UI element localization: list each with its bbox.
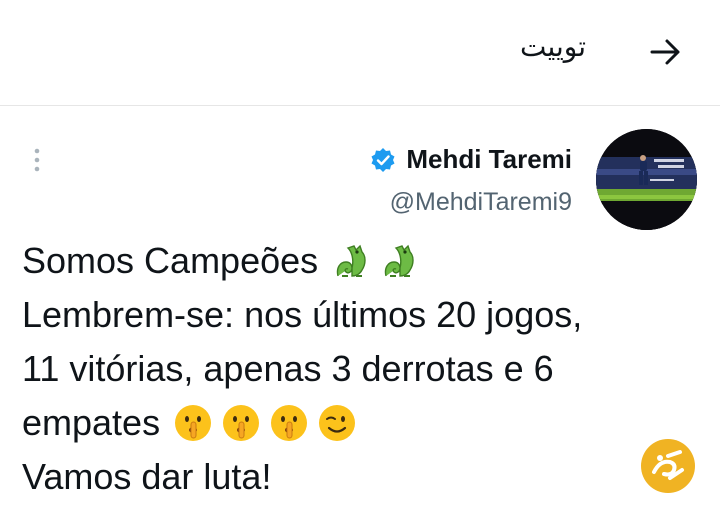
verified-badge-icon (371, 147, 395, 172)
tweet-line-2: Lembrem-se: nos últimos 20 jogos, (22, 294, 583, 335)
winking-face-emoji (316, 402, 358, 444)
dragon-emoji (330, 240, 372, 282)
tweet-line-5: Vamos dar luta! (22, 456, 272, 497)
tweet-line-4: empates (22, 396, 682, 450)
dragon-emoji (378, 240, 420, 282)
shushing-face-emoji (220, 402, 262, 444)
avatar[interactable] (596, 129, 697, 230)
shushing-face-emoji (172, 402, 214, 444)
tweet-line-1: Somos Campeões (22, 234, 682, 288)
watermark-logo (641, 439, 695, 493)
shushing-face-emoji (268, 402, 310, 444)
tweet-text: Somos Campeões Lembrem-se: nos últimos 2… (22, 234, 682, 504)
top-bar: توییت (0, 0, 720, 106)
avatar-image (596, 129, 697, 230)
arrow-right-icon[interactable] (648, 34, 684, 70)
tweet-line-3: 11 vitórias, apenas 3 derrotas e 6 (22, 348, 554, 389)
tweet-author[interactable]: Mehdi Taremi (370, 144, 572, 175)
author-name[interactable]: Mehdi Taremi (406, 144, 572, 175)
page-title: توییت (520, 30, 586, 63)
more-vertical-icon[interactable] (30, 148, 44, 174)
tweet-page: توییت Mehdi Taremi @MehdiTaremi9 Somos C… (0, 0, 720, 520)
author-handle[interactable]: @MehdiTaremi9 (390, 188, 572, 217)
